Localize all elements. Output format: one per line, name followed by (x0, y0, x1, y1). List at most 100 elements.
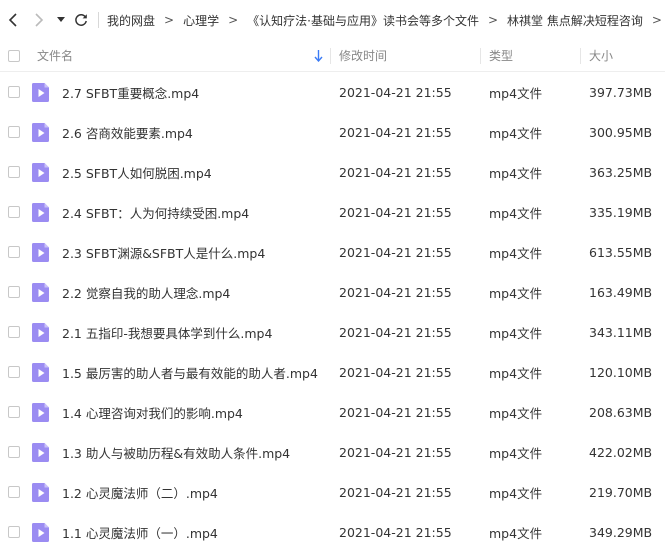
row-checkbox[interactable] (8, 366, 20, 378)
file-size: 120.10MB (589, 364, 653, 380)
file-name[interactable]: 1.4 心理咨询对我们的影响.mp4 (62, 403, 243, 422)
row-checkbox[interactable] (8, 486, 20, 498)
breadcrumb-root[interactable]: 我的网盘 (107, 12, 155, 29)
file-name[interactable]: 2.7 SFBT重要概念.mp4 (62, 83, 199, 102)
row-checkbox[interactable] (8, 526, 20, 538)
file-size: 300.95MB (589, 124, 653, 140)
file-modified-time: 2021-04-21 21:55 (339, 84, 452, 100)
file-type: mp4文件 (489, 125, 543, 141)
file-list-header: 文件名 修改时间 类型 大小 (0, 40, 665, 72)
file-type: mp4文件 (489, 405, 543, 421)
row-checkbox[interactable] (8, 326, 20, 338)
file-type: mp4文件 (489, 285, 543, 301)
file-size: 349.29MB (589, 524, 653, 540)
video-file-icon (32, 483, 49, 502)
column-header-size[interactable]: 大小 (589, 47, 613, 64)
column-header-type[interactable]: 类型 (489, 47, 513, 64)
row-checkbox[interactable] (8, 286, 20, 298)
file-name[interactable]: 2.4 SFBT：人为何持续受困.mp4 (62, 203, 249, 222)
file-type: mp4文件 (489, 165, 543, 181)
breadcrumb-separator: > (164, 13, 175, 27)
column-divider[interactable] (330, 48, 331, 64)
column-divider[interactable] (480, 48, 481, 64)
row-checkbox[interactable] (8, 246, 20, 258)
file-size: 343.11MB (589, 324, 653, 340)
file-size: 397.73MB (589, 84, 653, 100)
file-modified-time: 2021-04-21 21:55 (339, 484, 452, 500)
file-name[interactable]: 2.6 咨商效能要素.mp4 (62, 123, 193, 142)
file-modified-time: 2021-04-21 21:55 (339, 364, 452, 380)
file-row[interactable]: 1.3 助人与被助历程&有效助人条件.mp4 2021-04-21 21:55 mp… (0, 432, 665, 472)
back-button[interactable] (0, 0, 26, 40)
file-name[interactable]: 2.1 五指印-我想要具体学到什么.mp4 (62, 323, 272, 342)
file-row[interactable]: 2.6 咨商效能要素.mp4 2021-04-21 21:55 mp4文件 300.9… (0, 112, 665, 152)
caret-down-icon (57, 17, 65, 22)
row-checkbox[interactable] (8, 446, 20, 458)
file-name[interactable]: 1.5 最厉害的助人者与最有效能的助人者.mp4 (62, 363, 318, 382)
refresh-button[interactable] (70, 0, 92, 40)
file-size: 335.19MB (589, 204, 653, 220)
breadcrumb-item[interactable]: 心理学 (183, 12, 219, 29)
forward-button[interactable] (26, 0, 52, 40)
breadcrumb-item[interactable]: 《认知疗法·基础与应用》读书会等多个文件 (247, 12, 479, 29)
file-size: 219.70MB (589, 484, 653, 500)
file-modified-time: 2021-04-21 21:55 (339, 324, 452, 340)
file-list: 2.7 SFBT重要概念.mp4 2021-04-21 21:55 mp4文件 397… (0, 72, 665, 552)
file-modified-time: 2021-04-21 21:55 (339, 164, 452, 180)
refresh-icon (75, 14, 87, 26)
file-row[interactable]: 2.4 SFBT：人为何持续受困.mp4 2021-04-21 21:55 mp4文… (0, 192, 665, 232)
file-type: mp4文件 (489, 325, 543, 341)
breadcrumb-separator: > (228, 13, 239, 27)
file-name[interactable]: 2.2 觉察自我的助人理念.mp4 (62, 283, 230, 302)
video-file-icon (32, 123, 49, 142)
video-file-icon (32, 523, 49, 542)
row-checkbox[interactable] (8, 126, 20, 138)
select-all-checkbox[interactable] (8, 50, 20, 62)
row-checkbox[interactable] (8, 206, 20, 218)
file-modified-time: 2021-04-21 21:55 (339, 444, 452, 460)
video-file-icon (32, 203, 49, 222)
file-type: mp4文件 (489, 485, 543, 501)
toolbar: 我的网盘 > 心理学 > 《认知疗法·基础与应用》读书会等多个文件 > 林祺堂 … (0, 0, 665, 40)
file-modified-time: 2021-04-21 21:55 (339, 404, 452, 420)
file-row[interactable]: 1.1 心灵魔法师（一）.mp4 2021-04-21 21:55 mp4文件 349… (0, 512, 665, 552)
file-modified-time: 2021-04-21 21:55 (339, 524, 452, 540)
file-size: 363.25MB (589, 164, 653, 180)
breadcrumb-current[interactable]: 林祺堂 焦点解决短程咨询 (507, 12, 643, 29)
file-size: 163.49MB (589, 284, 653, 300)
file-size: 422.02MB (589, 444, 653, 460)
file-row[interactable]: 2.7 SFBT重要概念.mp4 2021-04-21 21:55 mp4文件 397… (0, 72, 665, 112)
row-checkbox[interactable] (8, 166, 20, 178)
chevron-left-icon (8, 13, 17, 27)
history-dropdown-button[interactable] (52, 0, 70, 40)
video-file-icon (32, 443, 49, 462)
file-name[interactable]: 1.3 助人与被助历程&有效助人条件.mp4 (62, 443, 290, 462)
row-checkbox[interactable] (8, 406, 20, 418)
column-header-modified-time[interactable]: 修改时间 (339, 47, 387, 64)
file-modified-time: 2021-04-21 21:55 (339, 284, 452, 300)
file-row[interactable]: 1.5 最厉害的助人者与最有效能的助人者.mp4 2021-04-21 21:55… (0, 352, 665, 392)
video-file-icon (32, 323, 49, 342)
file-type: mp4文件 (489, 245, 543, 261)
file-row[interactable]: 2.3 SFBT渊源&SFBT人是什么.mp4 2021-04-21 21:55 m… (0, 232, 665, 272)
file-name[interactable]: 2.5 SFBT人如何脱困.mp4 (62, 163, 212, 182)
file-row[interactable]: 2.1 五指印-我想要具体学到什么.mp4 2021-04-21 21:55 mp4… (0, 312, 665, 352)
file-type: mp4文件 (489, 525, 543, 541)
chevron-right-icon (35, 13, 44, 27)
column-divider[interactable] (580, 48, 581, 64)
file-name[interactable]: 2.3 SFBT渊源&SFBT人是什么.mp4 (62, 243, 265, 262)
file-row[interactable]: 1.4 心理咨询对我们的影响.mp4 2021-04-21 21:55 mp4文件 2… (0, 392, 665, 432)
sort-descending-icon[interactable] (314, 50, 323, 62)
file-row[interactable]: 2.5 SFBT人如何脱困.mp4 2021-04-21 21:55 mp4文件 36… (0, 152, 665, 192)
file-row[interactable]: 1.2 心灵魔法师（二）.mp4 2021-04-21 21:55 mp4文件 219… (0, 472, 665, 512)
column-header-name[interactable]: 文件名 (37, 47, 73, 64)
file-type: mp4文件 (489, 445, 543, 461)
file-modified-time: 2021-04-21 21:55 (339, 124, 452, 140)
file-name[interactable]: 1.2 心灵魔法师（二）.mp4 (62, 483, 218, 502)
breadcrumb-separator: > (487, 13, 499, 27)
row-checkbox[interactable] (8, 86, 20, 98)
file-type: mp4文件 (489, 85, 543, 101)
file-row[interactable]: 2.2 觉察自我的助人理念.mp4 2021-04-21 21:55 mp4文件 16… (0, 272, 665, 312)
file-type: mp4文件 (489, 205, 543, 221)
file-name[interactable]: 1.1 心灵魔法师（一）.mp4 (62, 523, 218, 542)
